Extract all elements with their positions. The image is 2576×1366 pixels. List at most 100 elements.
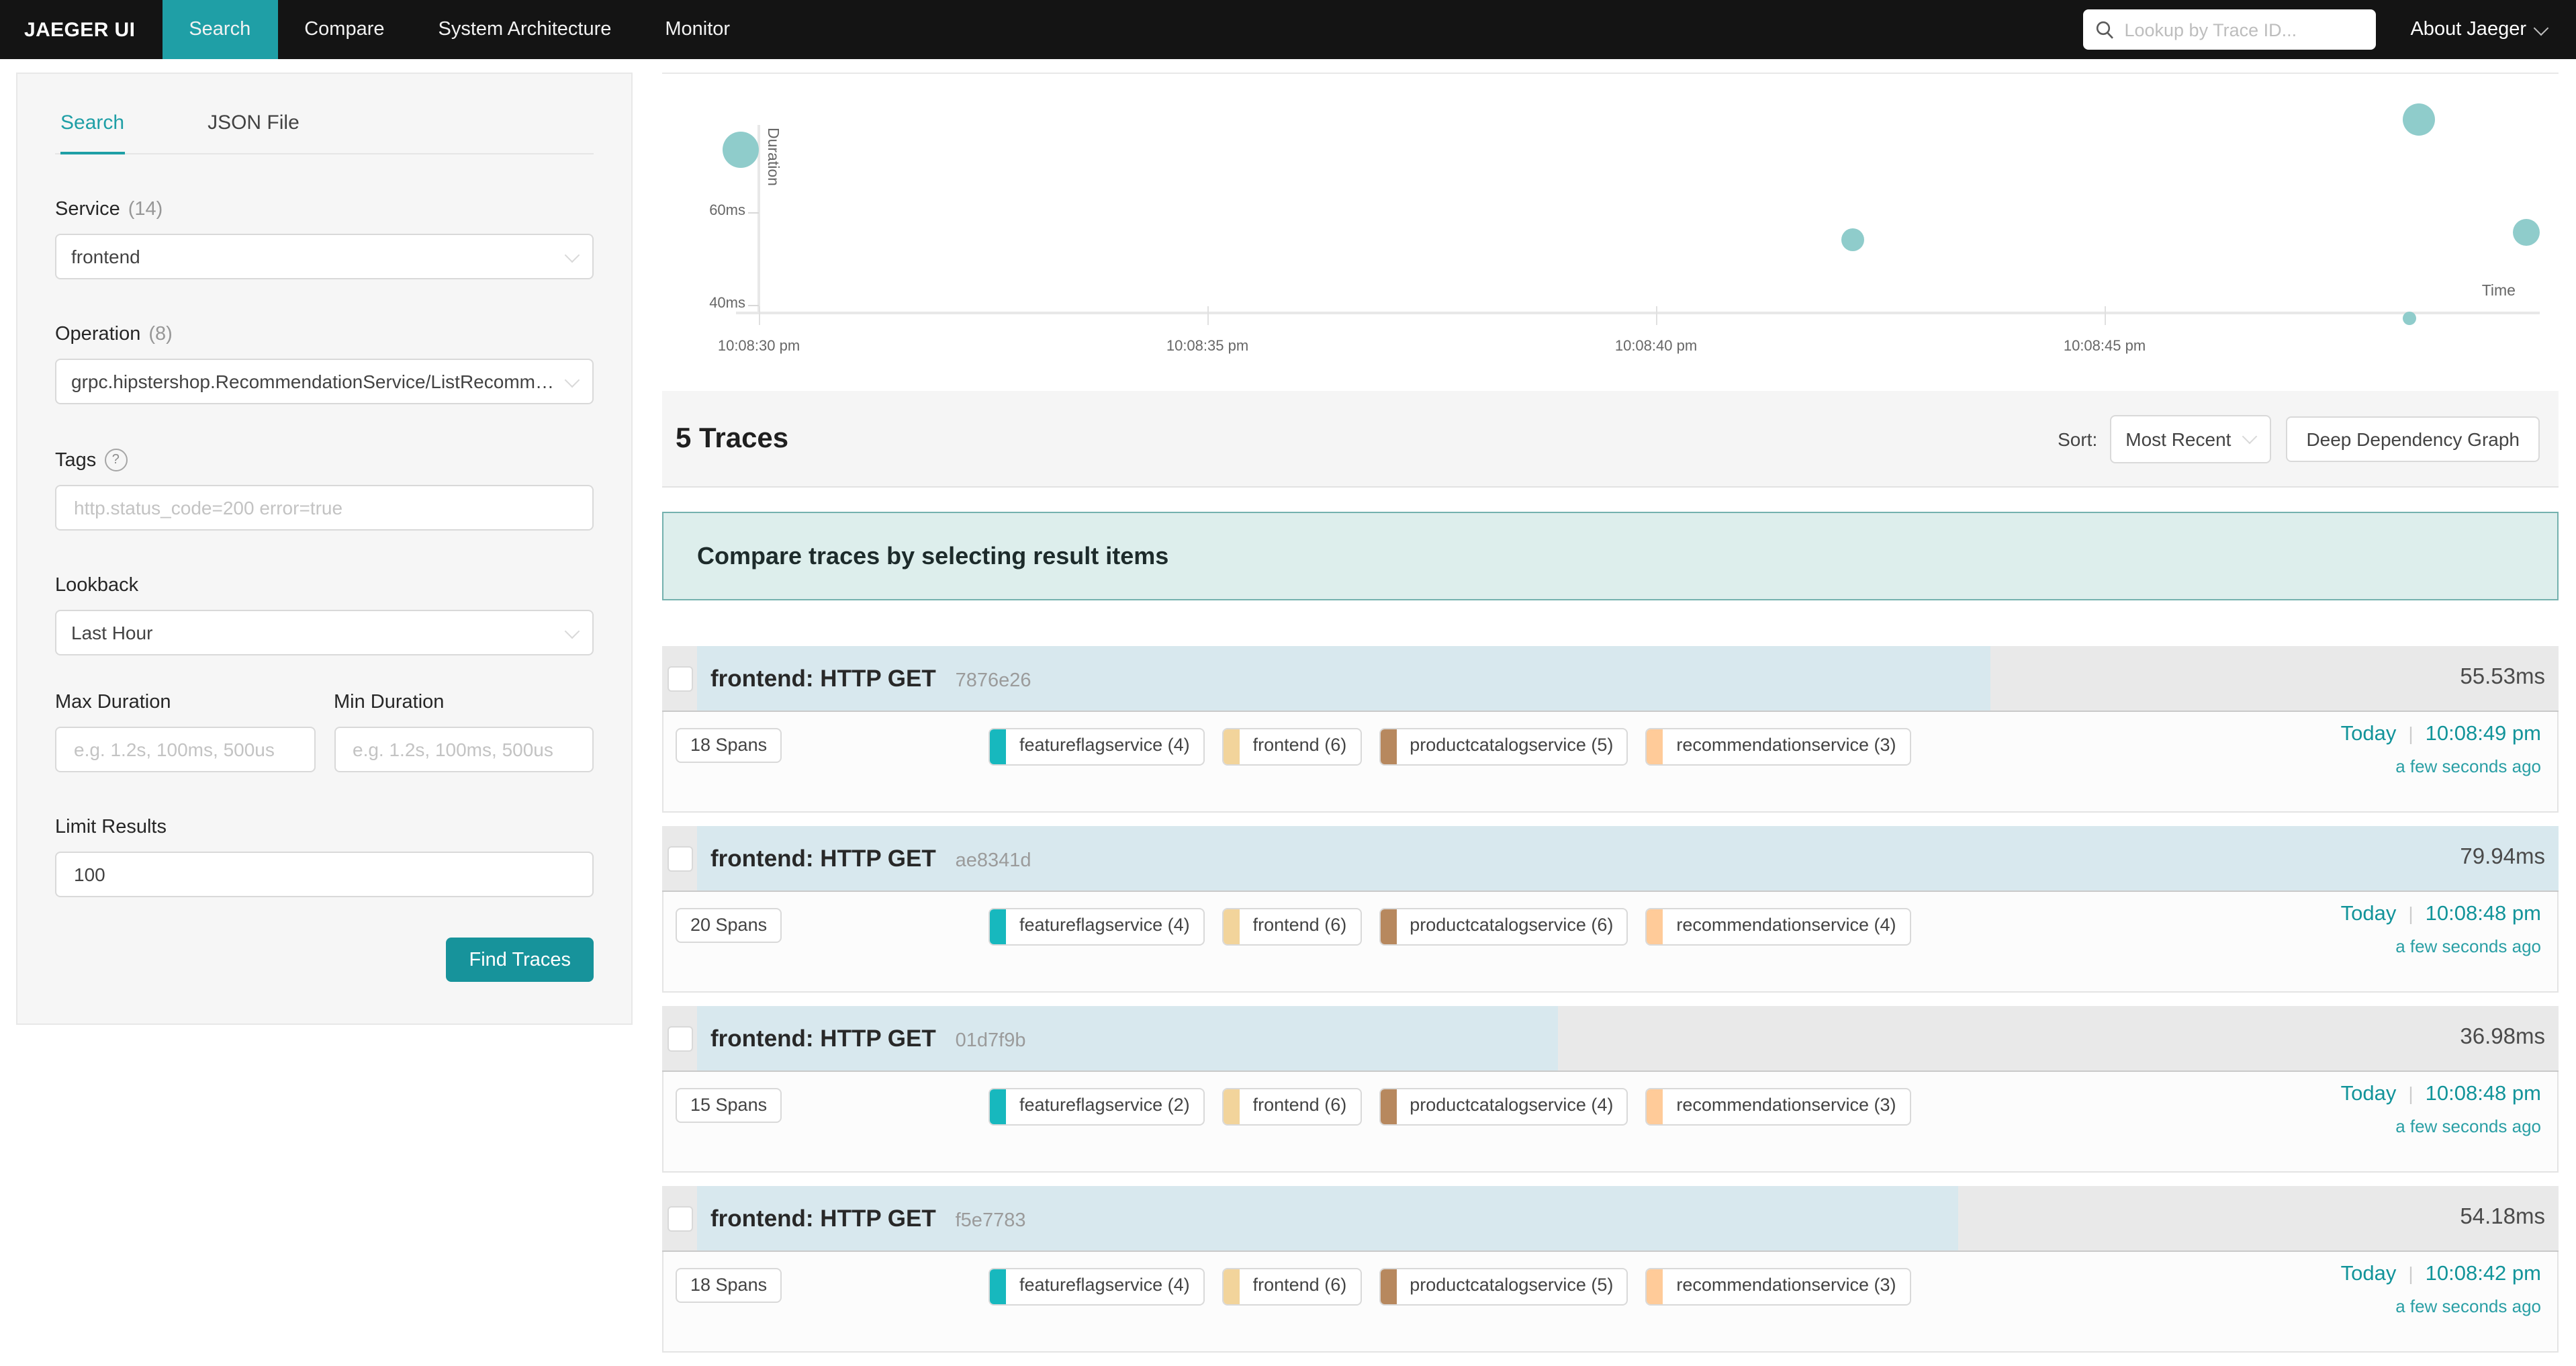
trace-time: 10:08:49 pm — [2426, 723, 2541, 745]
service-color-swatch — [1647, 729, 1663, 764]
trace-title: frontend: HTTP GET 01d7f9b — [710, 1006, 1025, 1072]
x-axis-tick — [1207, 306, 1209, 325]
trace-select-checkbox[interactable] — [668, 846, 693, 872]
results-panel: Duration Time 10:08:30 pm10:08:35 pm10:0… — [662, 73, 2559, 1366]
trace-select-checkbox[interactable] — [668, 1026, 693, 1052]
x-axis-tick-label: 10:08:35 pm — [1166, 338, 1248, 355]
service-badge-label: recommendationservice (4) — [1663, 909, 1909, 944]
trace-relative-time: a few seconds ago — [2341, 936, 2541, 956]
service-badge-label: featureflagservice (4) — [1006, 729, 1203, 764]
service-badge-label: featureflagservice (2) — [1006, 1089, 1203, 1124]
trace-result-item[interactable]: frontend: HTTP GET f5e7783 54.18ms 18 Sp… — [662, 1186, 2559, 1353]
about-jaeger-menu[interactable]: About Jaeger — [2410, 19, 2546, 40]
trace-scatter-point[interactable] — [723, 132, 759, 169]
service-color-swatch — [1380, 729, 1396, 764]
tab-json-file[interactable]: JSON File — [208, 111, 300, 153]
x-axis-tick — [2105, 306, 2106, 325]
service-select[interactable]: frontend — [55, 234, 594, 279]
service-color-swatch — [1224, 1089, 1240, 1124]
x-axis-tick — [759, 306, 760, 325]
trace-id-lookup-input[interactable] — [2121, 18, 2355, 41]
service-badge-label: productcatalogservice (6) — [1396, 909, 1626, 944]
lookback-select[interactable]: Last Hour — [55, 610, 594, 655]
tab-search[interactable]: Search — [60, 111, 124, 154]
service-badge: recommendationservice (4) — [1645, 908, 1911, 946]
service-badge-label: recommendationservice (3) — [1663, 1089, 1909, 1124]
lookback-select-value: Last Hour — [71, 622, 152, 643]
trace-scatter-point[interactable] — [2403, 103, 2435, 136]
service-badge-label: productcatalogservice (4) — [1396, 1089, 1626, 1124]
service-badges: featureflagservice (2) frontend (6) produc… — [988, 1088, 1911, 1126]
trace-count-title: 5 Traces — [676, 422, 788, 455]
nav-tab-monitor[interactable]: Monitor — [638, 0, 757, 59]
trace-select-checkbox[interactable] — [668, 666, 693, 692]
nav-tab-system-architecture[interactable]: System Architecture — [412, 0, 639, 59]
service-badge: frontend (6) — [1222, 1268, 1362, 1306]
nav-tab-compare[interactable]: Compare — [277, 0, 411, 59]
service-badge-label: frontend (6) — [1240, 1089, 1361, 1124]
trace-id: 01d7f9b — [956, 1030, 1026, 1052]
service-color-swatch — [990, 729, 1006, 764]
service-badges: featureflagservice (4) frontend (6) produc… — [988, 1268, 1911, 1306]
chevron-down-icon — [2242, 429, 2258, 445]
trace-relative-time: a few seconds ago — [2341, 756, 2541, 776]
service-badge-label: frontend (6) — [1240, 909, 1361, 944]
service-label: Service (14) — [55, 199, 594, 220]
trace-item-header: frontend: HTTP GET 7876e26 55.53ms — [662, 646, 2559, 712]
service-badge-label: featureflagservice (4) — [1006, 909, 1203, 944]
max-duration-input[interactable] — [71, 737, 299, 762]
trace-item-body: 18 Spans featureflagservice (4)frontend … — [662, 1252, 2559, 1353]
trace-relative-time: a few seconds ago — [2341, 1116, 2541, 1136]
sort-select[interactable]: Most Recent — [2109, 414, 2271, 463]
service-badge: frontend (6) — [1222, 728, 1362, 766]
tags-input[interactable] — [71, 496, 578, 520]
span-count-badge: 18 Spans — [676, 728, 782, 763]
trace-item-header: frontend: HTTP GET 01d7f9b 36.98ms — [662, 1006, 2559, 1072]
trace-id: 7876e26 — [956, 670, 1031, 692]
service-badge-label: productcatalogservice (5) — [1396, 1269, 1626, 1304]
nav-tab-search[interactable]: Search — [162, 0, 277, 59]
trace-result-item[interactable]: frontend: HTTP GET 7876e26 55.53ms 18 Sp… — [662, 646, 2559, 813]
operation-select[interactable]: grpc.hipstershop.RecommendationService/L… — [55, 359, 594, 404]
search-icon — [2095, 20, 2113, 39]
service-count: (14) — [128, 199, 163, 220]
chevron-down-icon — [565, 372, 580, 388]
trace-select-checkbox[interactable] — [668, 1206, 693, 1232]
trace-date: Today — [2341, 723, 2397, 745]
trace-id-lookup[interactable] — [2082, 9, 2375, 50]
service-color-swatch — [1380, 1089, 1396, 1124]
compare-banner: Compare traces by selecting result items — [662, 512, 2559, 600]
service-badge: recommendationservice (3) — [1645, 728, 1911, 766]
trace-scatter-point[interactable] — [1842, 228, 1865, 251]
service-badge-label: frontend (6) — [1240, 729, 1361, 764]
help-icon[interactable]: ? — [104, 449, 127, 471]
min-duration-input[interactable] — [350, 737, 578, 762]
limit-results-input[interactable] — [71, 862, 578, 886]
max-duration-label: Max Duration — [55, 692, 315, 713]
service-badge: productcatalogservice (6) — [1379, 908, 1628, 946]
tags-field — [55, 485, 594, 531]
x-axis-tick-label: 10:08:30 pm — [718, 338, 800, 355]
y-axis-tick — [748, 212, 759, 214]
deep-dependency-graph-button[interactable]: Deep Dependency Graph — [2286, 416, 2540, 461]
x-axis-tick-label: 10:08:40 pm — [1615, 338, 1697, 355]
service-color-swatch — [1380, 909, 1396, 944]
service-badge-label: frontend (6) — [1240, 1269, 1361, 1304]
service-badge: productcatalogservice (4) — [1379, 1088, 1628, 1126]
trace-timestamp: Today|10:08:49 pm a few seconds ago — [2341, 723, 2541, 776]
timestamp-separator: | — [2396, 903, 2425, 924]
trace-date: Today — [2341, 1263, 2397, 1285]
trace-result-item[interactable]: frontend: HTTP GET ae8341d 79.94ms 20 Sp… — [662, 826, 2559, 993]
jaeger-search-page: JAEGER UI Search Compare System Architec… — [0, 0, 2576, 1308]
x-axis-tick-label: 10:08:45 pm — [2064, 338, 2146, 355]
x-axis-line — [736, 312, 2540, 314]
trace-result-item[interactable]: frontend: HTTP GET 01d7f9b 36.98ms 15 Sp… — [662, 1006, 2559, 1173]
trace-scatter-point[interactable] — [2403, 312, 2416, 326]
min-duration-field — [334, 727, 594, 772]
compare-banner-text: Compare traces by selecting result items — [697, 542, 1168, 570]
find-traces-button[interactable]: Find Traces — [447, 938, 594, 982]
trace-scatter-point[interactable] — [2513, 220, 2540, 246]
service-color-swatch — [1224, 909, 1240, 944]
trace-timestamp: Today|10:08:42 pm a few seconds ago — [2341, 1263, 2541, 1316]
service-badge: featureflagservice (4) — [988, 1268, 1205, 1306]
